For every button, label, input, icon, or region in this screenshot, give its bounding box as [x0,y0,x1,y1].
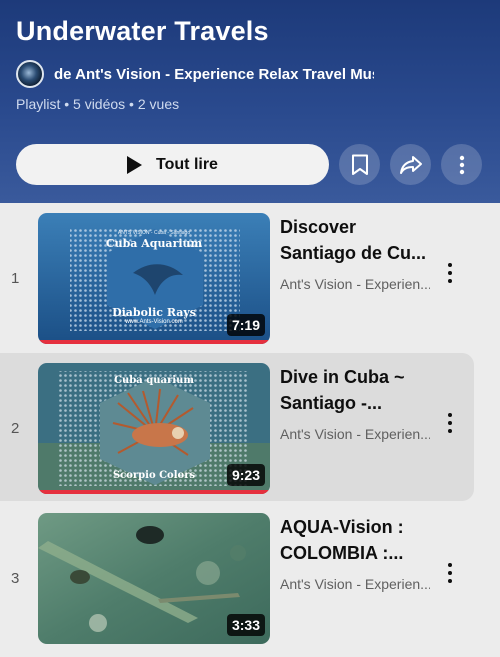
share-icon [399,155,422,174]
video-menu-button[interactable] [440,410,460,436]
video-title[interactable]: Discover Santiago de Cu... [280,214,440,266]
list-item[interactable]: 3 3:33 AQUA-Vision : COLOMBIA :... Ant's… [0,503,500,651]
video-title-line2[interactable]: Santiago de Cu... [280,240,440,266]
more-vert-icon [448,413,452,433]
more-vert-icon [448,563,452,583]
video-duration: 3:33 [226,614,265,636]
watch-progress [38,490,270,494]
play-all-button[interactable]: Tout lire [16,144,329,185]
video-duration: 9:23 [226,464,265,486]
video-channel: Ant's Vision - Experien... [280,276,430,292]
video-title[interactable]: Dive in Cuba ~ Santiago -... [280,364,440,416]
video-index: 2 [11,420,20,437]
video-thumbnail[interactable]: ANTS VISION - Cuba - Santiago Cuba Aquar… [38,213,270,344]
video-title-line1[interactable]: Dive in Cuba ~ [280,364,440,390]
video-duration: 7:19 [226,314,265,336]
play-all-label: Tout lire [156,155,218,173]
list-item[interactable]: 1 ANTS VISION - Cuba - Santiago Cuba Aqu… [0,203,500,351]
video-title-line1[interactable]: AQUA-Vision : [280,514,440,540]
watch-progress [38,340,270,344]
video-channel: Ant's Vision - Experien... [280,426,430,442]
playlist-owner[interactable]: de Ant's Vision - Experience Relax Trave… [16,60,374,88]
video-thumbnail[interactable]: 3:33 [38,513,270,644]
video-title-line2[interactable]: COLOMBIA :... [280,540,440,566]
share-button[interactable] [390,144,431,185]
playlist-title: Underwater Travels [16,16,269,46]
video-channel: Ant's Vision - Experien... [280,576,430,592]
list-item[interactable]: 2 Cuba quarium Scorpio Colors 9:23 Dive … [0,353,474,501]
video-title-line1[interactable]: Discover [280,214,440,240]
video-index: 3 [11,570,20,587]
bookmark-icon [351,154,368,175]
thumbnail-top-text: Cuba quarium [114,375,194,386]
video-menu-button[interactable] [440,560,460,586]
video-menu-button[interactable] [440,260,460,286]
thumbnail-top-text: Cuba Aquarium [105,237,203,250]
more-options-button[interactable] [441,144,482,185]
video-index: 1 [11,270,20,287]
playlist-meta: Playlist • 5 vidéos • 2 vues [16,96,180,112]
more-vert-icon [448,263,452,283]
video-thumbnail[interactable]: Cuba quarium Scorpio Colors 9:23 [38,363,270,494]
video-title[interactable]: AQUA-Vision : COLOMBIA :... [280,514,440,566]
save-playlist-button[interactable] [339,144,380,185]
avatar[interactable] [16,60,44,88]
playlist-header: Underwater Travels de Ant's Vision - Exp… [0,0,500,203]
play-icon [127,155,143,174]
more-vert-icon [459,155,464,174]
owner-name[interactable]: de Ant's Vision - Experience Relax Trave… [54,66,374,83]
video-title-line2[interactable]: Santiago -... [280,390,440,416]
thumbnail-tiny-text: ANTS VISION - Cuba - Santiago [117,230,191,236]
